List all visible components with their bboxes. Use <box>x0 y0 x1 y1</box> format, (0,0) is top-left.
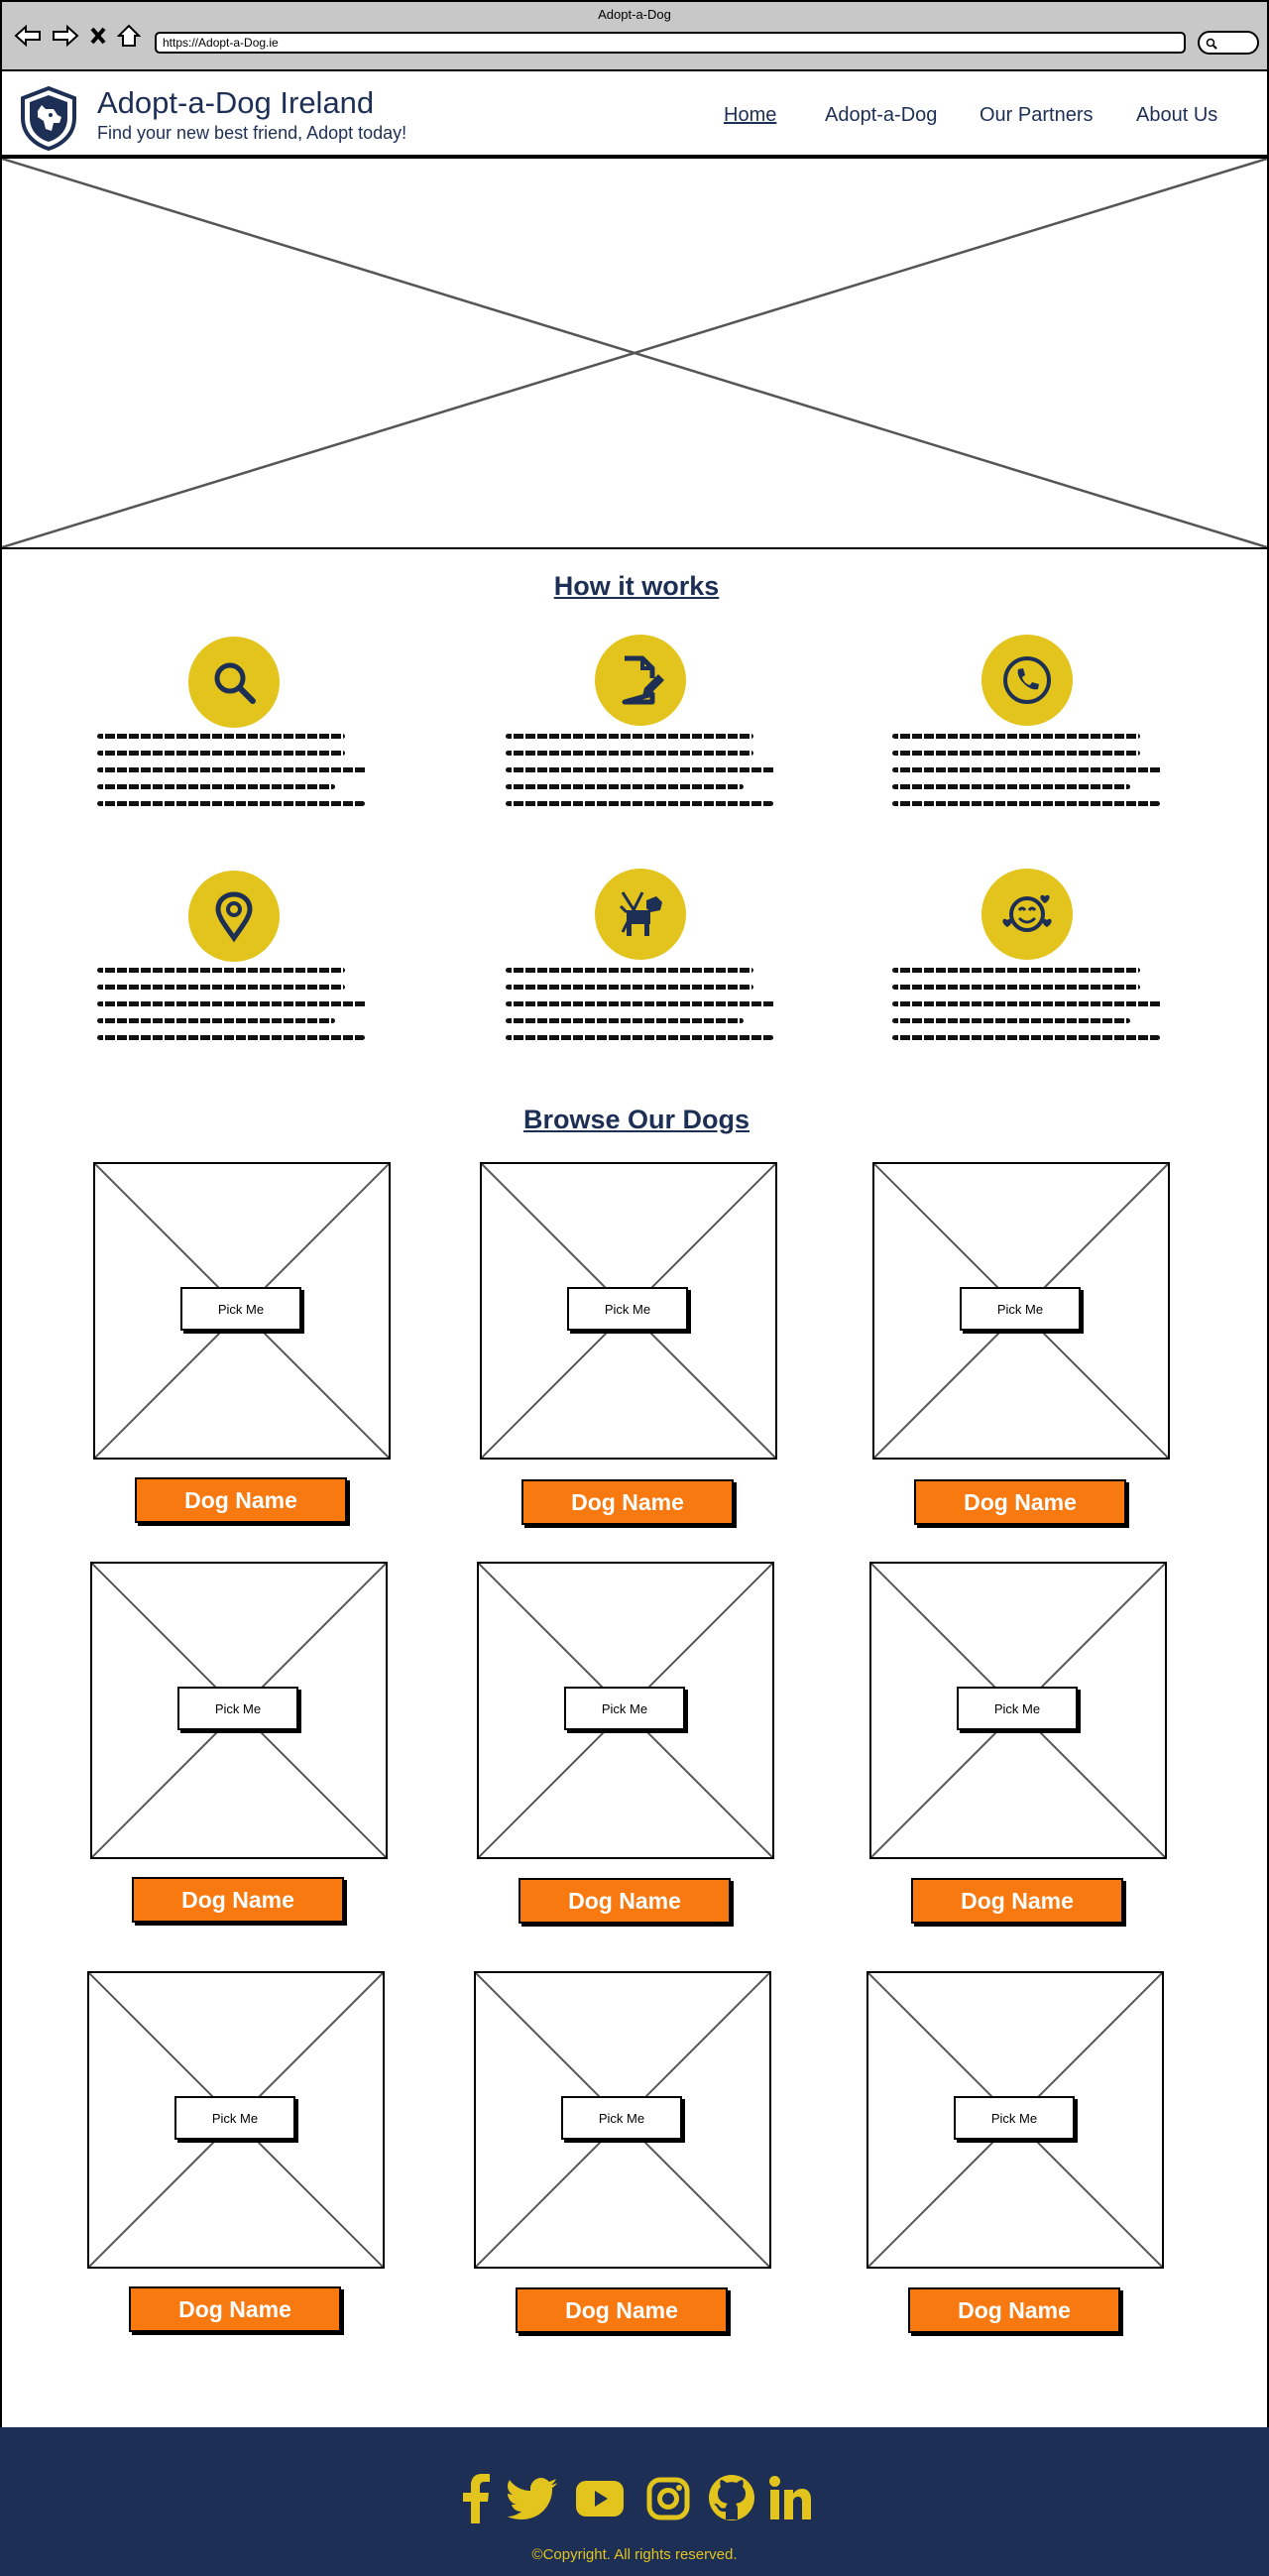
search-icon <box>1206 37 1217 55</box>
nav-our-partners[interactable]: Our Partners <box>980 104 1093 127</box>
dog-icon <box>595 869 686 960</box>
step-description-placeholder <box>892 968 1162 1052</box>
site-header: Adopt-a-Dog Ireland Find your new best f… <box>0 71 1269 157</box>
dog-name-button[interactable]: Dog Name <box>132 1877 344 1923</box>
site-tagline: Find your new best friend, Adopt today! <box>97 123 407 143</box>
dog-name-button[interactable]: Dog Name <box>914 1479 1126 1525</box>
shield-dog-logo[interactable] <box>18 85 79 156</box>
browser-search-field[interactable] <box>1198 31 1259 55</box>
nav-home[interactable]: Home <box>724 104 776 127</box>
step-description-placeholder <box>506 968 775 1052</box>
site-title: Adopt-a-Dog Ireland <box>97 85 375 120</box>
copyright-text: ©Copyright. All rights reserved. <box>531 2546 738 2563</box>
search-icon <box>188 637 280 728</box>
browser-chrome: Adopt-a-Dog https://Adopt-a-Dog.ie <box>0 0 1269 71</box>
pick-me-button[interactable]: Pick Me <box>564 1687 685 1730</box>
phone-icon <box>981 635 1073 726</box>
site-footer: ©Copyright. All rights reserved. <box>0 2427 1269 2576</box>
nav-about-us[interactable]: About Us <box>1136 104 1217 127</box>
document-edit-icon <box>595 635 686 726</box>
step-description-placeholder <box>506 734 775 818</box>
youtube-icon[interactable] <box>576 2481 624 2521</box>
window-title: Adopt-a-Dog <box>598 7 671 22</box>
pick-me-button[interactable]: Pick Me <box>561 2096 682 2140</box>
url-bar[interactable]: https://Adopt-a-Dog.ie <box>155 32 1186 54</box>
instagram-icon[interactable] <box>646 2477 690 2525</box>
hero-image-placeholder <box>0 157 1269 549</box>
dog-name-button[interactable]: Dog Name <box>135 1477 347 1523</box>
main-content: How it works Browse Our Dogs Pick Me Dog… <box>0 549 1269 2427</box>
smiley-hearts-icon <box>981 869 1073 960</box>
dog-name-button[interactable]: Dog Name <box>129 2286 341 2332</box>
how-it-works-title: How it works <box>553 571 720 601</box>
location-pin-icon <box>188 871 280 962</box>
close-icon[interactable] <box>89 26 107 46</box>
dog-name-button[interactable]: Dog Name <box>519 1878 731 1924</box>
nav-adopt-a-dog[interactable]: Adopt-a-Dog <box>825 104 937 127</box>
browser-nav-buttons <box>14 24 141 48</box>
browse-dogs-title: Browse Our Dogs <box>522 1105 750 1134</box>
dog-name-button[interactable]: Dog Name <box>521 1479 734 1525</box>
dog-name-button[interactable]: Dog Name <box>516 2287 728 2333</box>
linkedin-icon[interactable] <box>769 2476 811 2524</box>
back-icon[interactable] <box>14 24 42 48</box>
forward-icon[interactable] <box>52 24 79 48</box>
pick-me-button[interactable]: Pick Me <box>174 2096 295 2140</box>
dog-name-button[interactable]: Dog Name <box>911 1878 1123 1924</box>
step-description-placeholder <box>892 734 1162 818</box>
github-icon[interactable] <box>708 2474 755 2526</box>
twitter-icon[interactable] <box>508 2478 557 2524</box>
pick-me-button[interactable]: Pick Me <box>567 1287 688 1331</box>
pick-me-button[interactable]: Pick Me <box>957 1687 1078 1730</box>
step-description-placeholder <box>97 734 367 818</box>
pick-me-button[interactable]: Pick Me <box>177 1687 298 1730</box>
dog-name-button[interactable]: Dog Name <box>908 2287 1120 2333</box>
pick-me-button[interactable]: Pick Me <box>954 2096 1075 2140</box>
pick-me-button[interactable]: Pick Me <box>960 1287 1081 1331</box>
pick-me-button[interactable]: Pick Me <box>180 1287 301 1331</box>
facebook-icon[interactable] <box>460 2474 492 2528</box>
step-description-placeholder <box>97 968 367 1052</box>
home-icon[interactable] <box>117 24 141 48</box>
